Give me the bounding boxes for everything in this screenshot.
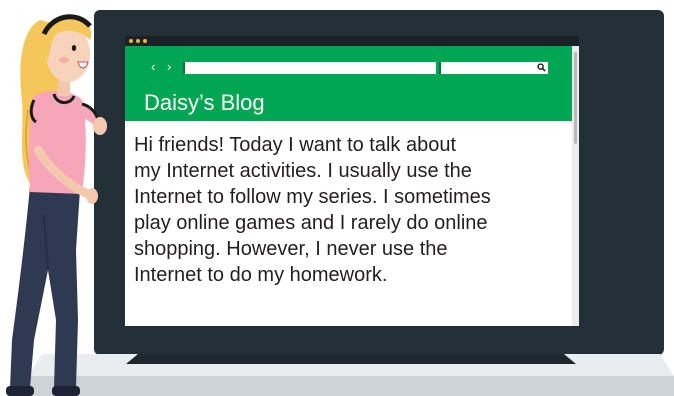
girl-character-illustration <box>6 14 107 396</box>
window-dot-icon[interactable] <box>143 39 147 43</box>
illustration-scene: ‹ › Daisy’s Blog Hi friends! Today I wan… <box>0 0 674 396</box>
scrollbar[interactable] <box>572 46 579 326</box>
search-button[interactable] <box>534 62 548 74</box>
blog-post-line: my Internet activities. I usually use th… <box>134 160 472 182</box>
search-icon <box>536 63 546 72</box>
window-dot-icon[interactable] <box>136 39 140 43</box>
blog-post-line: play online games and I rarely do online <box>134 212 488 234</box>
blog-header: ‹ › Daisy’s Blog <box>125 46 572 121</box>
blog-title: Daisy’s Blog <box>144 90 265 115</box>
search-input[interactable] <box>439 62 535 74</box>
browser-window: ‹ › Daisy’s Blog Hi friends! Today I wan… <box>125 36 579 326</box>
blog-post-content: Hi friends! Today I want to talk about m… <box>134 132 566 288</box>
chevron-right-icon[interactable]: › <box>167 60 171 74</box>
address-bar[interactable] <box>183 62 436 74</box>
scrollbar-thumb[interactable] <box>574 52 577 144</box>
blog-post-line: shopping. However, I never use the <box>134 238 448 260</box>
window-titlebar <box>125 36 579 46</box>
blog-post-line: Hi friends! Today I want to talk about <box>134 134 457 156</box>
chevron-left-icon[interactable]: ‹ <box>151 60 155 74</box>
blog-post-line: Internet to do my homework. <box>134 264 388 286</box>
blog-post-line: Internet to follow my series. I sometime… <box>134 186 491 208</box>
